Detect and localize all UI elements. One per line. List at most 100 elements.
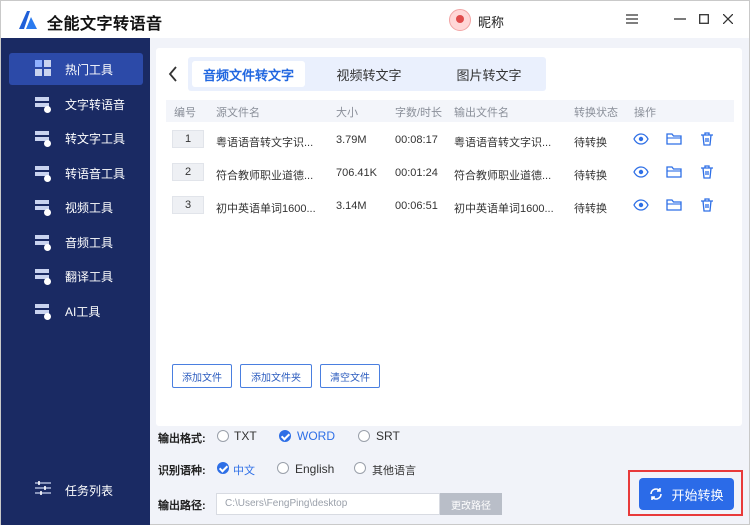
add-file-button[interactable]: 添加文件: [172, 364, 232, 388]
convert-icon: [650, 488, 663, 500]
stack-icon: [35, 198, 53, 216]
file-size: 3.79M: [336, 134, 367, 146]
lang-chinese-radio[interactable]: [217, 462, 229, 474]
stack-icon: [35, 95, 53, 113]
format-srt-radio[interactable]: [358, 430, 370, 442]
sidebar-item-hot-tools[interactable]: 热门工具: [9, 53, 143, 85]
task-list-button[interactable]: 任务列表: [9, 474, 143, 506]
sidebar-item-label: 音频工具: [65, 235, 114, 250]
header-size: 大小: [336, 107, 358, 119]
row-number: 3: [172, 196, 204, 214]
avatar[interactable]: [449, 9, 471, 31]
table-row: 1 粤语语音转文字识... 3.79M 00:08:17 粤语语音转文字识...…: [166, 126, 734, 156]
stack-icon: [35, 164, 53, 182]
output-file: 符合教师职业道德...: [454, 170, 552, 182]
table-row: 3 初中英语单词1600... 3.14M 00:06:51 初中英语单词160…: [166, 192, 734, 222]
tab-audio-to-text[interactable]: 音频文件转文字: [192, 61, 305, 87]
sidebar-item-label: 文字转语音: [65, 97, 126, 112]
stack-icon: [35, 233, 53, 251]
stack-icon: [35, 302, 53, 320]
grid-icon: [35, 60, 53, 78]
lang-other-label[interactable]: 其他语言: [372, 462, 416, 478]
tab-video-to-text[interactable]: 视频转文字: [314, 61, 424, 87]
lang-english-radio[interactable]: [277, 462, 289, 474]
status: 待转换: [574, 203, 607, 215]
folder-icon[interactable]: [666, 131, 682, 147]
sidebar-item-label: 热门工具: [65, 62, 114, 77]
lang-english-label[interactable]: English: [295, 462, 334, 476]
output-path-label: 输出路径:: [158, 500, 206, 512]
status: 待转换: [574, 137, 607, 149]
sidebar-item-label: AI工具: [65, 304, 101, 319]
folder-icon[interactable]: [666, 164, 682, 180]
trash-icon[interactable]: [699, 164, 715, 180]
header-duration: 字数/时长: [395, 107, 443, 119]
file-size: 3.14M: [336, 200, 367, 212]
minimize-icon[interactable]: [671, 10, 689, 28]
row-number: 2: [172, 163, 204, 181]
task-list-label: 任务列表: [65, 483, 114, 498]
sidebar-item-audio[interactable]: 音频工具: [9, 226, 143, 258]
duration: 00:06:51: [395, 200, 438, 212]
table-row: 2 符合教师职业道德... 706.41K 00:01:24 符合教师职业道德.…: [166, 159, 734, 189]
tab-bar: 音频文件转文字 视频转文字 图片转文字: [188, 57, 546, 91]
add-folder-button[interactable]: 添加文件夹: [240, 364, 312, 388]
eye-icon[interactable]: [633, 131, 649, 147]
output-file: 初中英语单词1600...: [454, 203, 554, 215]
header-output: 输出文件名: [454, 107, 509, 119]
format-word-label[interactable]: WORD: [297, 429, 335, 443]
duration: 00:01:24: [395, 167, 438, 179]
app-logo-icon: [19, 11, 37, 29]
close-icon[interactable]: [719, 10, 737, 28]
row-number: 1: [172, 130, 204, 148]
trash-icon[interactable]: [699, 131, 715, 147]
lang-other-radio[interactable]: [354, 462, 366, 474]
format-txt-radio[interactable]: [217, 430, 229, 442]
sidebar-item-label: 视频工具: [65, 200, 114, 215]
maximize-icon[interactable]: [695, 10, 713, 28]
header-status: 转换状态: [574, 107, 618, 119]
output-file: 粤语语音转文字识...: [454, 137, 552, 149]
menu-icon[interactable]: [623, 10, 641, 28]
source-file: 符合教师职业道德...: [216, 170, 314, 182]
format-txt-label[interactable]: TXT: [234, 429, 257, 443]
sidebar: 热门工具 文字转语音 转文字工具 转语音工具 视频工具 音频工具 翻译工具 AI…: [0, 38, 150, 525]
source-file: 粤语语音转文字识...: [216, 137, 314, 149]
app-title: 全能文字转语音: [47, 16, 163, 33]
output-format-label: 输出格式:: [158, 433, 206, 445]
start-button-label: 开始转换: [671, 487, 724, 503]
folder-icon[interactable]: [666, 197, 682, 213]
status: 待转换: [574, 170, 607, 182]
sidebar-item-translate[interactable]: 翻译工具: [9, 260, 143, 292]
format-word-radio[interactable]: [279, 430, 291, 442]
sliders-icon: [35, 481, 53, 499]
change-path-button[interactable]: 更改路径: [440, 493, 502, 515]
eye-icon[interactable]: [633, 164, 649, 180]
title-bar: 全能文字转语音 昵称: [0, 0, 750, 38]
eye-icon[interactable]: [633, 197, 649, 213]
sidebar-item-ai[interactable]: AI工具: [9, 295, 143, 327]
clear-files-button[interactable]: 清空文件: [320, 364, 380, 388]
tab-image-to-text[interactable]: 图片转文字: [434, 61, 544, 87]
language-label: 识别语种:: [158, 465, 206, 477]
stack-icon: [35, 129, 53, 147]
output-path-field[interactable]: C:\Users\FengPing\desktop: [216, 493, 440, 515]
nickname[interactable]: 昵称: [478, 12, 504, 31]
sidebar-item-tts[interactable]: 文字转语音: [9, 88, 143, 120]
stack-icon: [35, 267, 53, 285]
header-actions: 操作: [634, 107, 656, 119]
file-size: 706.41K: [336, 167, 377, 179]
main-area: 音频文件转文字 视频转文字 图片转文字 编号 源文件名 大小 字数/时长 输出文…: [150, 38, 750, 525]
trash-icon[interactable]: [699, 197, 715, 213]
sidebar-item-to-speech[interactable]: 转语音工具: [9, 157, 143, 189]
lang-chinese-label[interactable]: 中文: [233, 462, 255, 478]
sidebar-item-video[interactable]: 视频工具: [9, 191, 143, 223]
sidebar-item-to-text[interactable]: 转文字工具: [9, 122, 143, 154]
back-icon[interactable]: [164, 62, 182, 86]
header-number: 编号: [174, 107, 196, 119]
duration: 00:08:17: [395, 134, 438, 146]
start-conversion-button[interactable]: 开始转换: [639, 478, 734, 510]
header-source: 源文件名: [216, 107, 260, 119]
table-header: 编号 源文件名 大小 字数/时长 输出文件名 转换状态 操作: [166, 100, 734, 122]
format-srt-label[interactable]: SRT: [376, 429, 400, 443]
